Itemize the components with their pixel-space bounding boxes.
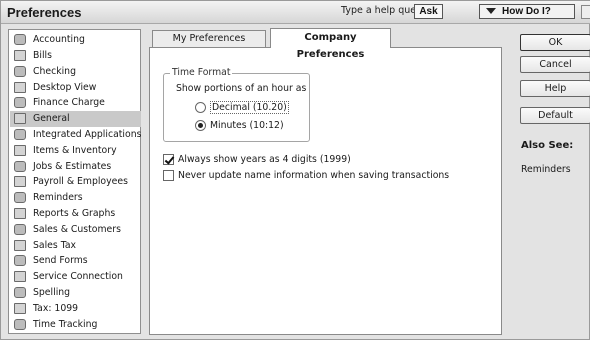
minutes-radio-option[interactable]: Minutes (10:12) (195, 120, 284, 131)
reports-graphs-icon (14, 208, 26, 220)
preferences-category-list[interactable]: Accounting Bills Checking Desktop View Finan… (8, 29, 141, 334)
sidebar-item-label: Bills (33, 50, 52, 62)
bills-icon (14, 50, 26, 62)
sidebar-item-label: Reports & Graphs (33, 208, 116, 220)
sales-customers-icon (14, 223, 26, 235)
sidebar-item-label: Jobs & Estimates (33, 160, 112, 172)
four-digit-years-label: Always show years as 4 digits (1999) (178, 154, 351, 165)
sidebar-item-send-forms[interactable]: Send Forms (10, 253, 141, 269)
sidebar-item-tax-1099[interactable]: Tax: 1099 (10, 301, 141, 317)
sidebar-item-service-connection[interactable]: Service Connection (10, 269, 141, 285)
minutes-radio[interactable] (195, 120, 206, 131)
sidebar-item-accounting[interactable]: Accounting (10, 32, 141, 48)
sidebar-item-finance-charge[interactable]: Finance Charge (10, 95, 141, 111)
how-do-i-button[interactable]: How Do I? (479, 4, 575, 19)
sidebar-item-sales-tax[interactable]: Sales Tax (10, 237, 141, 253)
sidebar-item-label: Items & Inventory (33, 144, 117, 156)
accounting-icon (14, 34, 26, 46)
never-update-name-label: Never update name information when savin… (178, 170, 450, 181)
sidebar-item-reports-graphs[interactable]: Reports & Graphs (10, 206, 141, 222)
sidebar-item-label: Checking (33, 65, 76, 77)
four-digit-years-checkbox[interactable] (163, 154, 174, 165)
sidebar-item-general[interactable]: General (10, 111, 141, 127)
decimal-radio-option[interactable]: Decimal (10.20) (195, 101, 289, 114)
desktop-view-icon (14, 81, 26, 93)
tab-company-preferences[interactable]: Company Preferences (270, 28, 391, 60)
sidebar-item-payroll-employees[interactable]: Payroll & Employees (10, 174, 141, 190)
sidebar-item-reminders[interactable]: Reminders (10, 190, 141, 206)
send-forms-icon (14, 255, 26, 267)
sidebar-item-label: Sales Tax (33, 239, 77, 251)
sidebar-item-label: Desktop View (33, 81, 97, 93)
sidebar-item-time-tracking[interactable]: Time Tracking (10, 316, 141, 332)
time-format-group: Time Format Show portions of an hour as … (163, 67, 310, 142)
sales-tax-icon (14, 239, 26, 251)
sidebar-item-label: Tax: 1099 (33, 302, 79, 314)
never-update-name-option[interactable]: Never update name information when savin… (163, 170, 449, 181)
how-do-i-label: How Do I? (502, 6, 551, 17)
tax-1099-icon (14, 302, 26, 314)
sidebar-item-items-inventory[interactable]: Items & Inventory (10, 143, 141, 159)
sidebar-item-label: Finance Charge (33, 97, 105, 109)
sidebar-item-label: Payroll & Employees (33, 176, 128, 188)
sidebar-item-integrated-applications[interactable]: Integrated Applications (10, 127, 141, 143)
minutes-radio-label: Minutes (10:12) (210, 120, 284, 131)
tab-my-preferences[interactable]: My Preferences (152, 30, 266, 47)
sidebar-item-bills[interactable]: Bills (10, 48, 141, 64)
sidebar-item-label: Service Connection (33, 271, 123, 283)
title-bar: Preferences Type a help question Ask How… (1, 1, 590, 24)
sidebar-item-label: Accounting (33, 34, 85, 46)
cancel-button[interactable]: Cancel (520, 56, 590, 73)
sidebar-item-sales-customers[interactable]: Sales & Customers (10, 222, 141, 238)
tab-company-preferences-label: Company Preferences (296, 32, 365, 60)
sidebar-item-label: Spelling (33, 287, 71, 299)
sidebar-item-label: General (33, 113, 70, 125)
sidebar-item-jobs-estimates[interactable]: Jobs & Estimates (10, 158, 141, 174)
ask-button[interactable]: Ask (414, 4, 443, 19)
help-button[interactable]: Help (520, 80, 590, 97)
items-inventory-icon (14, 144, 26, 156)
decimal-radio[interactable] (195, 102, 206, 113)
sidebar-item-spelling[interactable]: Spelling (10, 285, 141, 301)
checking-icon (14, 65, 26, 77)
sidebar-item-checking[interactable]: Checking (10, 64, 141, 80)
service-connection-icon (14, 271, 26, 283)
general-icon (14, 113, 26, 125)
four-digit-years-option[interactable]: Always show years as 4 digits (1999) (163, 154, 351, 165)
integrated-applications-icon (14, 129, 26, 141)
time-tracking-icon (14, 318, 26, 330)
reminders-icon (14, 192, 26, 204)
default-button[interactable]: Default (520, 107, 590, 124)
time-format-prompt: Show portions of an hour as (176, 83, 307, 94)
sidebar-item-label: Time Tracking (33, 318, 98, 330)
window-corner-icon[interactable] (581, 5, 590, 19)
decimal-radio-label: Decimal (10.20) (210, 101, 289, 114)
sidebar-item-desktop-view[interactable]: Desktop View (10, 79, 141, 95)
also-see-heading: Also See: (521, 140, 574, 151)
chevron-down-icon (486, 8, 496, 14)
sidebar-item-label: Send Forms (33, 255, 88, 267)
tab-my-preferences-label: My Preferences (172, 33, 246, 44)
payroll-employees-icon (14, 176, 26, 188)
sidebar-item-label: Sales & Customers (33, 223, 121, 235)
window-title: Preferences (7, 5, 82, 20)
jobs-estimates-icon (14, 160, 26, 172)
finance-charge-icon (14, 97, 26, 109)
ok-button[interactable]: OK (520, 34, 590, 51)
preferences-window: Preferences Type a help question Ask How… (0, 0, 590, 340)
spelling-icon (14, 287, 26, 299)
never-update-name-checkbox[interactable] (163, 170, 174, 181)
also-see-reminders-link[interactable]: Reminders (521, 164, 571, 175)
time-format-legend: Time Format (170, 67, 233, 78)
sidebar-item-label: Reminders (33, 192, 83, 204)
sidebar-item-label: Integrated Applications (33, 129, 142, 141)
company-preferences-panel: Time Format Show portions of an hour as … (149, 47, 502, 335)
